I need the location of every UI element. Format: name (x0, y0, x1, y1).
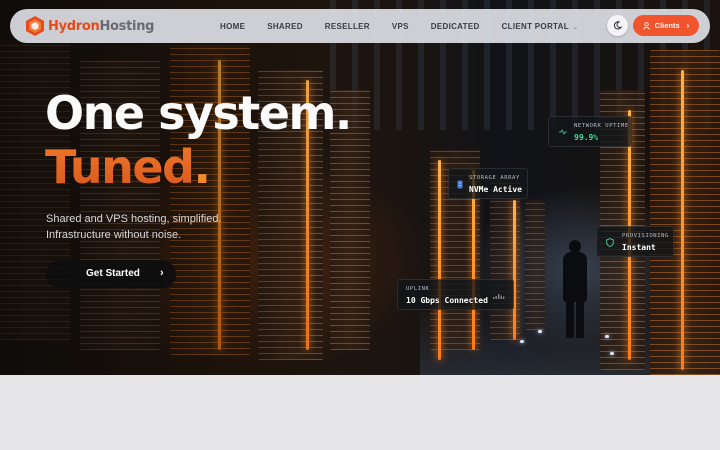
nav-dedicated[interactable]: DEDICATED (431, 22, 480, 31)
get-started-label: Get Started (86, 268, 140, 279)
floor-light (605, 335, 609, 338)
hero-headline: One system. Tuned. (45, 86, 352, 194)
hero-title-line1: One system. (45, 86, 352, 140)
nav-client-portal[interactable]: CLIENT PORTAL ⌄ (502, 22, 579, 31)
uplink-value: 10 Gbps Connected (406, 296, 488, 305)
get-started-button[interactable]: Get Started › (46, 260, 176, 288)
storage-array-label: STORAGE ARRAY (469, 175, 520, 181)
bars-icon (493, 294, 505, 299)
provisioning-value: Instant (622, 243, 656, 252)
provisioning-card: PROVISIONING Instant (596, 226, 674, 257)
activity-icon (559, 129, 567, 135)
light-strip (513, 200, 516, 340)
server-rack (650, 50, 720, 375)
nav-home[interactable]: HOME (220, 22, 245, 31)
cube-logo-icon (26, 16, 44, 36)
floor-light (610, 352, 614, 355)
server-rack (525, 200, 545, 330)
storage-array-value: NVMe Active (469, 185, 522, 194)
brand-name-part2: Hosting (99, 18, 155, 34)
nav-client-portal-label: CLIENT PORTAL (501, 21, 569, 31)
clients-button[interactable]: Clients › (633, 15, 699, 36)
hero-title-line2-text: Tuned (45, 140, 194, 194)
chevron-right-icon: › (686, 21, 690, 30)
hero-subtitle: Shared and VPS hosting, simplified. Infr… (46, 211, 222, 243)
brand-name: HydronHosting (48, 19, 154, 34)
hero-subtitle-line1: Shared and VPS hosting, simplified. (46, 213, 222, 225)
top-navbar: HydronHosting HOME SHARED RESELLER VPS D… (10, 9, 710, 43)
nav-reseller[interactable]: RESELLER (325, 22, 370, 31)
network-uptime-label: NETWORK UPTIME (574, 123, 629, 129)
nav-shared[interactable]: SHARED (267, 22, 303, 31)
network-uptime-card: NETWORK UPTIME 99.9% (548, 116, 632, 147)
hero-title-line2: Tuned. (45, 140, 351, 194)
content-section (0, 375, 720, 450)
brand-logo[interactable]: HydronHosting (25, 15, 154, 37)
hero-subtitle-line2: Infrastructure without noise. (46, 229, 182, 241)
light-strip (681, 70, 684, 370)
moon-icon (613, 21, 622, 30)
chevron-right-icon: › (160, 267, 164, 279)
chevron-down-icon: ⌄ (572, 24, 579, 31)
provisioning-label: PROVISIONING (622, 233, 669, 239)
storage-array-card: STORAGE ARRAY NVMe Active (448, 168, 528, 199)
user-icon (642, 21, 650, 30)
floor-light (538, 330, 542, 333)
nav-links: HOME SHARED RESELLER VPS DEDICATED CLIEN… (220, 9, 600, 43)
uplink-card: UPLINK 10 Gbps Connected (397, 279, 514, 310)
theme-toggle-button[interactable] (607, 15, 628, 36)
clients-button-label: Clients (654, 21, 680, 30)
network-uptime-value: 99.9% (574, 133, 599, 142)
brand-name-part1: Hydron (48, 18, 100, 34)
uplink-label: UPLINK (406, 286, 430, 292)
hero-title-dot: . (193, 140, 210, 194)
nav-vps[interactable]: VPS (392, 22, 409, 31)
person-silhouette (560, 240, 590, 340)
shield-icon (606, 238, 614, 247)
light-strip (438, 160, 441, 360)
floor-light (520, 340, 524, 343)
storage-icon (457, 180, 463, 189)
